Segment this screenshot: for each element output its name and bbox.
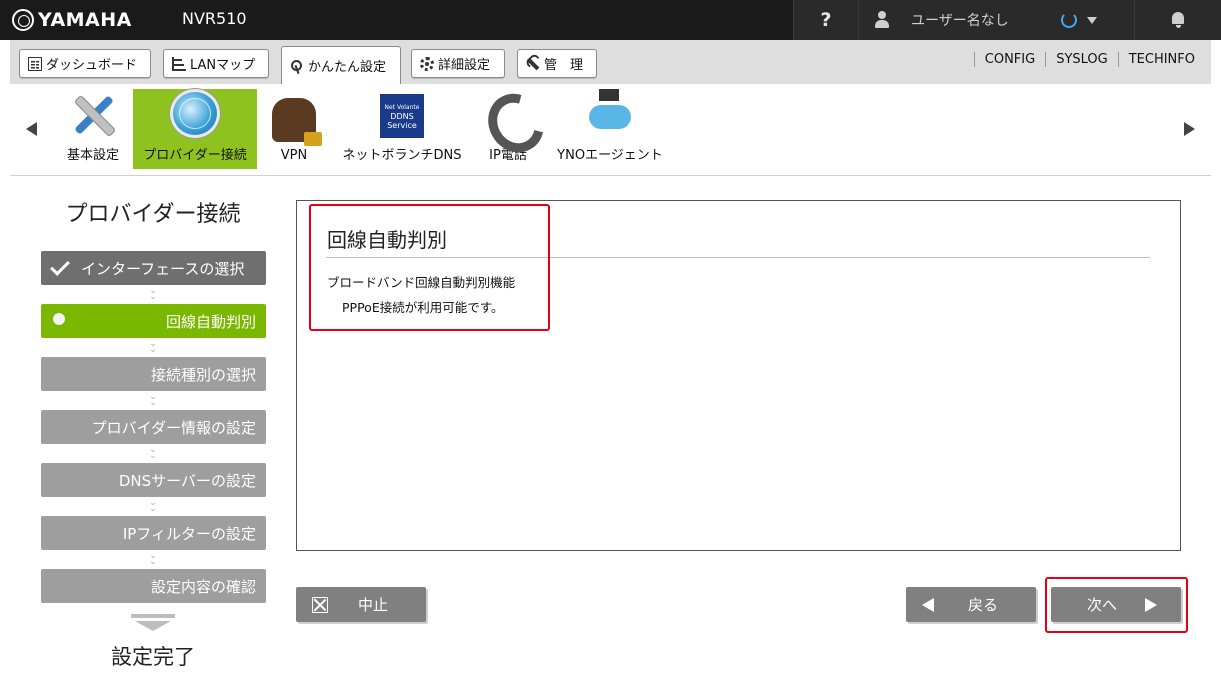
tab-label: ダッシュボード [46,58,138,73]
phone-icon [483,89,533,138]
chevron-down-icon: ⌄ ⌄ [149,339,157,355]
app-netvolante-dns[interactable]: Net Volante DDNS Service ネットボランチDNS [337,89,467,169]
vpn-lock-icon [272,98,322,146]
close-icon [312,596,328,613]
current-step-dot-icon [53,313,65,325]
tab-label: 管 理 [544,58,584,73]
chevron-down-icon: ⌄ ⌄ [149,286,157,302]
chevron-down-icon[interactable] [1086,16,1097,24]
tab-dashboard[interactable]: ダッシュボード [19,49,151,78]
wizard-step-provider-info: プロバイダー情報の設定 [41,410,266,444]
wizard-step-confirm: 設定内容の確認 [41,569,266,603]
button-label: 中止 [358,596,389,614]
system-links: CONFIG SYSLOG TECHINFO [973,52,1195,67]
user-menu[interactable]: ユーザー名なし [858,0,1134,40]
step-label: 接続種別の選択 [150,365,256,384]
ddns-icon-text: Service [387,120,417,130]
app-label: VPN [280,148,308,163]
wrench-icon [523,54,543,74]
scroll-left-icon[interactable] [26,122,37,136]
check-icon [50,256,70,276]
wizard-step-ip-filter: IPフィルターの設定 [41,516,266,550]
wizard-icon [290,59,304,73]
menu-bar: ダッシュボード LANマップ かんたん設定 詳細設定 管 理 CONFIG SY… [10,40,1211,84]
config-link[interactable]: CONFIG [973,52,1045,67]
app-label: YNOエージェント [557,148,663,163]
step-label: DNSサーバーの設定 [118,471,256,490]
app-yno-agent[interactable]: YNOエージェント [550,89,670,169]
step-label: IPフィルターの設定 [122,524,256,543]
yamaha-logo: YAMAHA [12,7,132,33]
lan-map-icon [172,56,186,71]
back-button[interactable]: 戻る [906,587,1036,622]
chevron-down-icon: ⌄ ⌄ [149,498,157,514]
app-vpn[interactable]: VPN [265,89,323,169]
cloud-network-icon [585,89,635,138]
step-label: 回線自動判別 [165,312,256,331]
app-basic-settings[interactable]: 基本設定 [57,89,129,169]
app-ip-phone[interactable]: IP電話 [478,89,538,169]
tab-advanced-settings[interactable]: 詳細設定 [411,49,505,78]
tab-label: かんたん設定 [308,60,387,75]
bell-icon [1171,12,1185,28]
user-icon [875,11,889,29]
syslog-link[interactable]: SYSLOG [1045,52,1118,67]
app-label: ネットボランチDNS [342,148,462,163]
techinfo-link[interactable]: TECHINFO [1117,52,1195,67]
brand-name: YAMAHA [38,9,132,31]
function-icon-strip: 基本設定 プロバイダー接続 VPN Net Volante DDNS Servi… [10,84,1211,176]
tab-lan-map[interactable]: LANマップ [163,49,269,78]
tab-management[interactable]: 管 理 [517,49,597,78]
top-bar: YAMAHA NVR510 ? ユーザー名なし [0,0,1221,40]
tab-label: 詳細設定 [438,58,491,73]
status-spinner-icon [1060,12,1077,28]
highlight-box [309,204,550,331]
user-name: ユーザー名なし [911,13,1009,29]
arrow-down-icon [131,614,175,634]
tab-label: LANマップ [190,58,256,73]
wizard-title: プロバイダー接続 [65,202,241,227]
cancel-button[interactable]: 中止 [296,587,426,622]
ddns-icon-text: Net Volante [384,103,420,111]
ddns-service-icon: Net Volante DDNS Service [380,94,424,138]
step-label: インターフェースの選択 [81,259,245,278]
wizard-step-interface: インターフェースの選択 [41,251,266,285]
wizard-step-line-detection: 回線自動判別 [41,304,266,338]
globe-icon [170,89,220,138]
help-button[interactable]: ? [793,0,858,40]
wizard-final-label: 設定完了 [111,645,195,669]
tuning-fork-icon [12,9,34,31]
scroll-right-icon[interactable] [1184,122,1195,136]
highlight-box [1045,577,1188,633]
chevron-down-icon: ⌄ ⌄ [149,445,157,461]
tools-icon [68,89,118,138]
wizard-step-dns-server: DNSサーバーの設定 [41,463,266,497]
step-label: 設定内容の確認 [150,577,256,596]
notification-button[interactable] [1134,0,1221,40]
gear-icon [420,56,434,71]
chevron-down-icon: ⌄ ⌄ [149,551,157,567]
step-label: プロバイダー情報の設定 [91,418,256,437]
app-label: プロバイダー接続 [143,148,247,163]
wizard-step-connection-type: 接続種別の選択 [41,357,266,391]
tab-easy-setup[interactable]: かんたん設定 [281,46,401,84]
triangle-left-icon [922,597,934,612]
chevron-down-icon: ⌄ ⌄ [149,392,157,408]
model-name: NVR510 [182,9,247,28]
dashboard-icon [28,56,42,71]
app-label: 基本設定 [66,148,119,163]
app-provider-connection[interactable]: プロバイダー接続 [133,89,257,169]
button-label: 戻る [968,596,999,614]
ddns-icon-text: DDNS [390,111,414,121]
